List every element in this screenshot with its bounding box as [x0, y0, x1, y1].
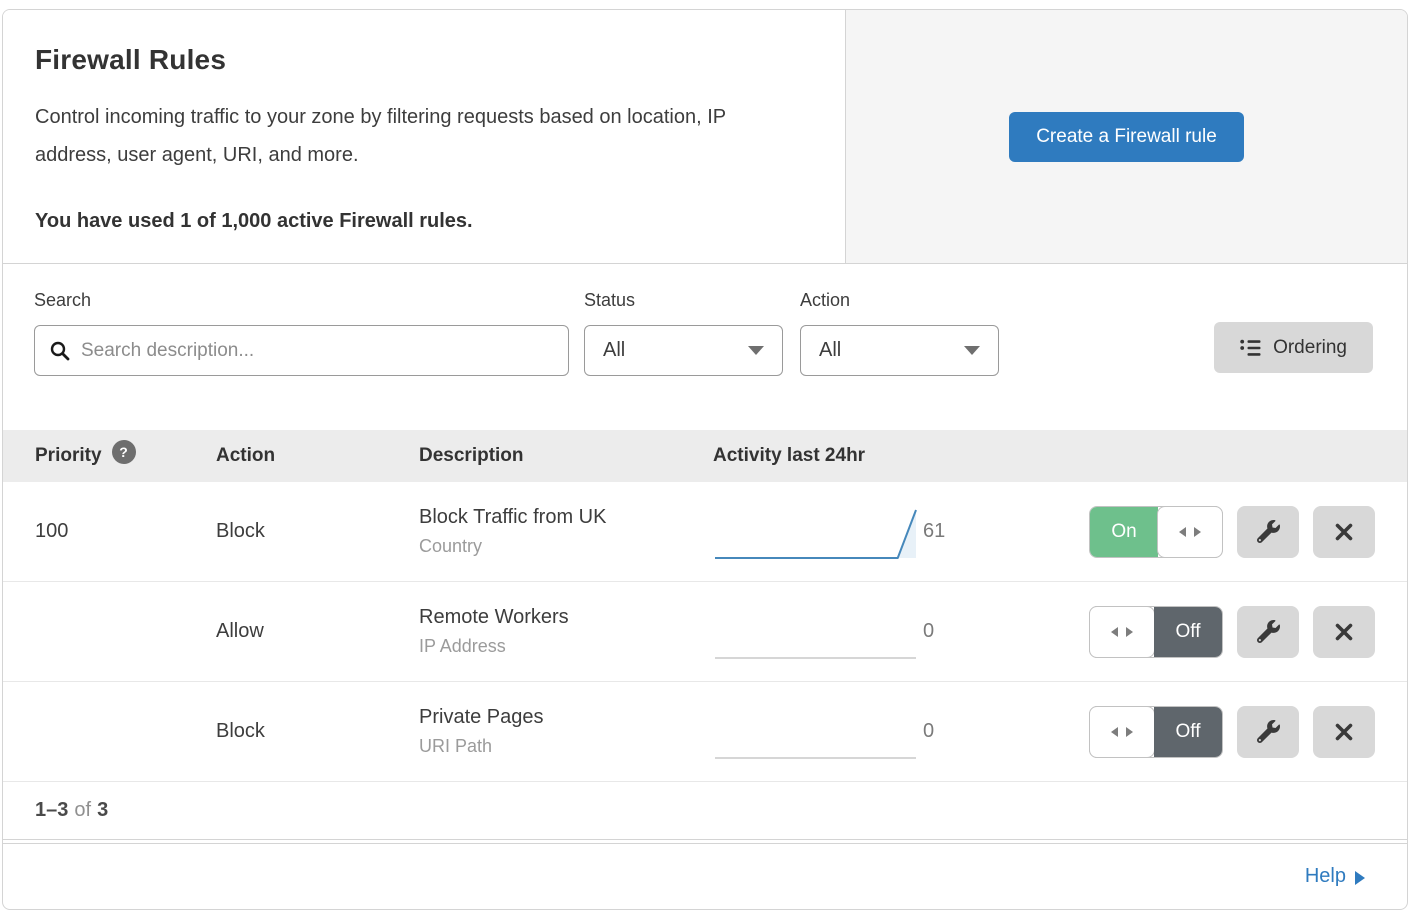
rule-action: Block: [216, 720, 419, 743]
wrench-icon: [1257, 520, 1280, 543]
column-description: Description: [419, 445, 524, 467]
toggle-state-label: Off: [1176, 721, 1201, 743]
rule-description: Private Pages URI Path: [419, 706, 713, 757]
table-header-row: Priority ? Action Description Activity l…: [3, 430, 1407, 482]
table-row: Block Private Pages URI Path 0 Off: [3, 682, 1407, 782]
ordering-button-label: Ordering: [1273, 337, 1347, 359]
page-header-section: Firewall Rules Control incoming traffic …: [3, 10, 1407, 264]
edit-rule-button[interactable]: [1237, 706, 1299, 758]
delete-rule-button[interactable]: [1313, 506, 1375, 558]
wrench-icon: [1257, 620, 1280, 643]
delete-rule-button[interactable]: [1313, 606, 1375, 658]
table-row: 100 Block Block Traffic from UK Country …: [3, 482, 1407, 582]
help-link[interactable]: Help: [1305, 865, 1365, 888]
rule-match-type: Country: [419, 536, 713, 557]
pagination-bar: 1–3 of 3: [3, 782, 1407, 840]
ordered-list-icon: [1240, 339, 1261, 357]
rule-name: Private Pages: [419, 706, 713, 729]
arrow-right-icon: [1355, 871, 1365, 885]
action-select[interactable]: All: [800, 325, 999, 376]
enable-toggle[interactable]: Off: [1089, 706, 1223, 758]
table-row: Allow Remote Workers IP Address 0 Off: [3, 582, 1407, 682]
pagination-range: 1–3: [35, 799, 68, 822]
status-selected-value: All: [603, 339, 625, 362]
rule-description: Remote Workers IP Address: [419, 606, 713, 657]
search-icon: [49, 340, 71, 362]
activity-count: 0: [923, 620, 1013, 643]
toggle-drag-handle[interactable]: [1089, 706, 1155, 758]
enable-toggle[interactable]: On: [1089, 506, 1223, 558]
help-link-label: Help: [1305, 865, 1346, 888]
create-rule-panel: Create a Firewall rule: [846, 10, 1407, 263]
pagination-of: of: [74, 799, 91, 822]
page-title: Firewall Rules: [35, 44, 813, 76]
toggle-drag-handle[interactable]: [1157, 506, 1223, 558]
toggle-state-label: On: [1111, 521, 1136, 543]
activity-count: 0: [923, 720, 1013, 743]
close-icon: [1333, 721, 1355, 743]
edit-rule-button[interactable]: [1237, 506, 1299, 558]
rule-action: Allow: [216, 620, 419, 643]
status-select[interactable]: All: [584, 325, 783, 376]
chevron-down-icon: [964, 346, 980, 355]
filter-bar: Search Status All Action All: [3, 264, 1407, 430]
rule-priority: 100: [35, 520, 216, 543]
column-action: Action: [216, 445, 275, 467]
left-right-arrows-icon: [1110, 726, 1134, 738]
activity-sparkline: [713, 502, 923, 562]
create-firewall-rule-button[interactable]: Create a Firewall rule: [1009, 112, 1244, 162]
column-activity: Activity last 24hr: [713, 445, 865, 467]
toggle-state-label: Off: [1176, 621, 1201, 643]
ordering-button[interactable]: Ordering: [1214, 322, 1373, 373]
search-box[interactable]: [34, 325, 569, 376]
rule-match-type: URI Path: [419, 736, 713, 757]
activity-sparkline: [713, 702, 923, 762]
wrench-icon: [1257, 720, 1280, 743]
search-input[interactable]: [81, 340, 554, 362]
chevron-down-icon: [748, 346, 764, 355]
close-icon: [1333, 621, 1355, 643]
rule-action: Block: [216, 520, 419, 543]
firewall-rules-card: Firewall Rules Control incoming traffic …: [2, 9, 1408, 910]
activity-count: 61: [923, 520, 1013, 543]
column-priority: Priority: [35, 445, 102, 467]
enable-toggle[interactable]: Off: [1089, 606, 1223, 658]
activity-sparkline: [713, 602, 923, 662]
delete-rule-button[interactable]: [1313, 706, 1375, 758]
rules-table-body: 100 Block Block Traffic from UK Country …: [3, 482, 1407, 782]
search-label: Search: [34, 290, 569, 311]
status-label: Status: [584, 290, 783, 311]
page-description: Control incoming traffic to your zone by…: [35, 98, 805, 174]
usage-note: You have used 1 of 1,000 active Firewall…: [35, 210, 813, 233]
action-selected-value: All: [819, 339, 841, 362]
page-header-text: Firewall Rules Control incoming traffic …: [3, 10, 846, 263]
rule-name: Block Traffic from UK: [419, 506, 713, 529]
rule-match-type: IP Address: [419, 636, 713, 657]
left-right-arrows-icon: [1178, 526, 1202, 538]
rule-name: Remote Workers: [419, 606, 713, 629]
edit-rule-button[interactable]: [1237, 606, 1299, 658]
priority-help-icon[interactable]: ?: [112, 440, 136, 464]
help-bar: Help: [3, 843, 1407, 909]
toggle-drag-handle[interactable]: [1089, 606, 1155, 658]
action-label: Action: [800, 290, 999, 311]
pagination-total: 3: [97, 799, 108, 822]
rule-description: Block Traffic from UK Country: [419, 506, 713, 557]
left-right-arrows-icon: [1110, 626, 1134, 638]
close-icon: [1333, 521, 1355, 543]
